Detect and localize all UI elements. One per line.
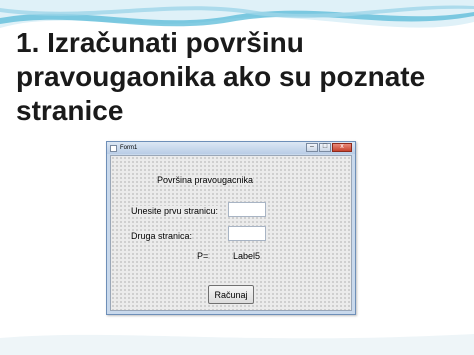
- form-client-area: Površina pravougacnika Unesite prvu stra…: [110, 155, 352, 311]
- minimize-button[interactable]: –: [306, 143, 318, 152]
- close-button[interactable]: x: [332, 143, 352, 152]
- first-side-input[interactable]: [228, 202, 266, 217]
- calculate-button[interactable]: Računaj: [208, 285, 254, 304]
- slide-title-number: 1.: [16, 27, 40, 58]
- result-label: Label5: [233, 251, 261, 261]
- window-controls: – □ x: [306, 143, 352, 152]
- form-window: Form1 – □ x Površina pravougacnika Unesi…: [106, 141, 356, 315]
- result-prefix-label: P=: [197, 251, 209, 261]
- second-side-label: Druga stranica:: [131, 231, 193, 241]
- window-title: Form1: [120, 145, 138, 151]
- maximize-button[interactable]: □: [319, 143, 331, 152]
- window-titlebar[interactable]: Form1 – □ x: [107, 142, 355, 154]
- slide-title: 1. Izračunati površinu pravougaonika ako…: [16, 26, 466, 128]
- second-side-input[interactable]: [228, 226, 266, 241]
- form-heading: Površina pravougacnika: [157, 175, 254, 185]
- slide-title-text: Izračunati površinu pravougaonika ako su…: [16, 27, 426, 126]
- first-side-label: Unesite prvu stranicu:: [131, 206, 219, 216]
- app-icon: [110, 144, 117, 152]
